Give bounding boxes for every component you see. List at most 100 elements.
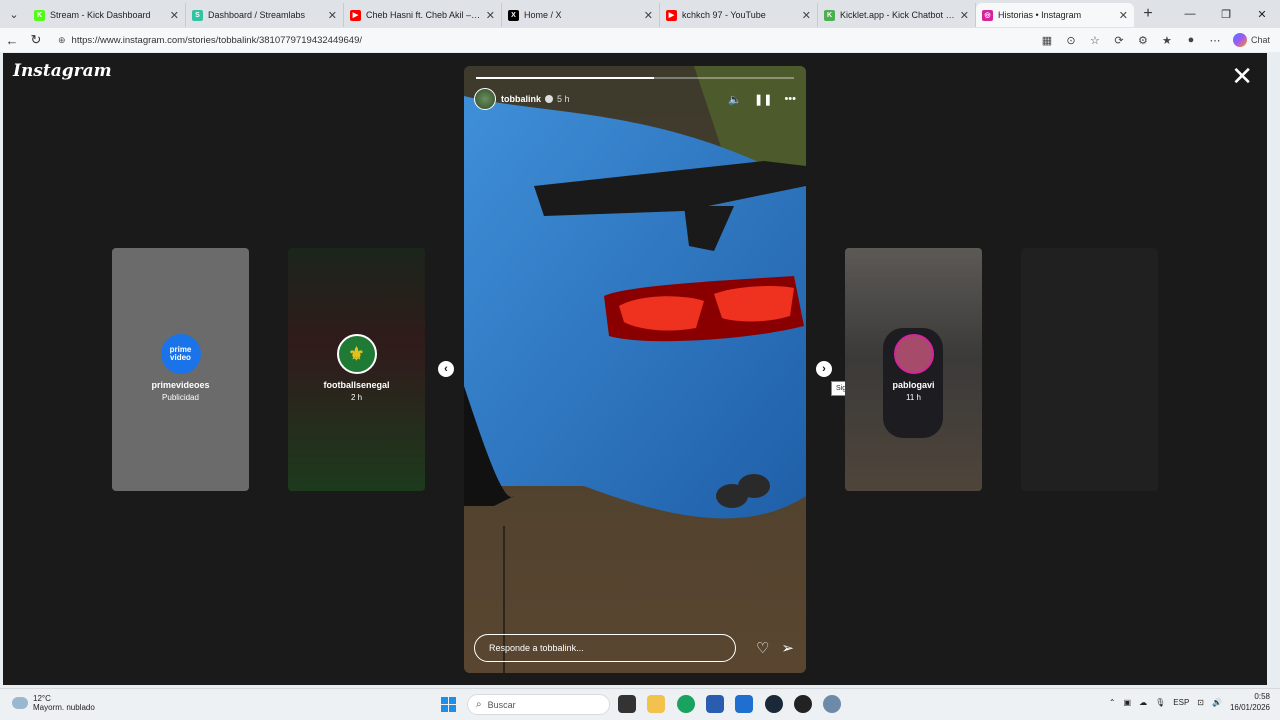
minimize-button[interactable]: — bbox=[1172, 0, 1208, 28]
url-text: https://www.instagram.com/stories/tobbal… bbox=[71, 34, 363, 46]
clock[interactable]: 0:58 16/01/2026 bbox=[1230, 691, 1270, 713]
copilot-chat-button[interactable]: Chat bbox=[1229, 30, 1274, 50]
active-story[interactable]: tobbalink 5 h 🔈 ❚❚ ••• Responde a tobbal… bbox=[464, 66, 806, 673]
clock-time: 0:58 bbox=[1254, 692, 1270, 701]
steam-icon[interactable] bbox=[765, 695, 783, 713]
settings-gear-icon[interactable] bbox=[823, 695, 841, 713]
start-button[interactable] bbox=[441, 697, 456, 712]
story-progress-bar bbox=[476, 77, 794, 79]
avatar: prime video bbox=[160, 334, 201, 374]
story-preview-primevideoes[interactable]: prime video primevideoes Publicidad bbox=[112, 248, 249, 491]
window-controls: — ❐ ✕ bbox=[1172, 0, 1280, 28]
story-time: 5 h bbox=[557, 94, 570, 104]
browser-tab[interactable]: S Dashboard / Streamlabs ✕ bbox=[186, 3, 344, 27]
tab-close-icon[interactable]: ✕ bbox=[328, 9, 337, 22]
browser-tab[interactable]: ◎ Historias • Instagram ✕ bbox=[976, 3, 1134, 27]
pause-icon[interactable]: ❚❚ bbox=[754, 93, 772, 106]
tab-title: Cheb Hasni ft. Cheb Akil – Sentimo bbox=[366, 10, 482, 20]
mute-icon[interactable]: 🔈 bbox=[728, 93, 742, 106]
restore-button[interactable]: ❐ bbox=[1208, 0, 1244, 28]
tab-title: Dashboard / Streamlabs bbox=[208, 10, 306, 20]
instagram-logo[interactable]: Instagram bbox=[13, 61, 112, 81]
favorite-star-icon[interactable]: ☆ bbox=[1085, 30, 1105, 50]
browser-tab[interactable]: X Home / X ✕ bbox=[502, 3, 660, 27]
tab-title: Home / X bbox=[524, 10, 562, 20]
story-preview-pablogavi[interactable]: pablogavi 11 h bbox=[845, 248, 982, 491]
tab-close-icon[interactable]: ✕ bbox=[960, 9, 969, 22]
tab-close-icon[interactable]: ✕ bbox=[1119, 9, 1128, 22]
story-preview-footballsenegal[interactable]: ⚜ footballsenegal 2 h bbox=[288, 248, 425, 491]
preview-subtitle: 11 h bbox=[906, 393, 921, 402]
language-indicator[interactable]: ESP bbox=[1173, 698, 1189, 707]
more-menu-icon[interactable]: ⋯ bbox=[1205, 30, 1225, 50]
refresh-button[interactable]: ↻ bbox=[24, 28, 48, 52]
browser-tab[interactable]: K Kicklet.app - Kick Chatbot and Ov ✕ bbox=[818, 3, 976, 27]
taskbar: 12°C Mayorm. nublado ⌕ Buscar ⌃ ▣ ☁ 🎙 ES… bbox=[0, 688, 1280, 720]
tab-title: Kicklet.app - Kick Chatbot and Ov bbox=[840, 10, 956, 20]
story-preview-placeholder bbox=[1021, 248, 1158, 491]
cloud-icon bbox=[12, 697, 28, 709]
volume-icon[interactable]: 🔊 bbox=[1212, 698, 1222, 707]
microphone-icon[interactable]: 🎙 bbox=[1155, 698, 1165, 707]
file-explorer-icon[interactable] bbox=[647, 695, 665, 713]
apps-icon[interactable]: ▦ bbox=[1037, 30, 1057, 50]
search-icon: ⌕ bbox=[476, 699, 482, 710]
reply-input[interactable]: Responde a tobbalink... bbox=[474, 634, 736, 662]
browser-tab[interactable]: ▶ Cheb Hasni ft. Cheb Akil – Sentimo ✕ bbox=[344, 3, 502, 27]
story-username[interactable]: tobbalink bbox=[501, 94, 541, 104]
verified-badge-icon bbox=[545, 95, 553, 103]
tab-favicon-icon: ▶ bbox=[350, 9, 361, 21]
clock-date: 16/01/2026 bbox=[1229, 703, 1270, 712]
like-heart-icon[interactable]: ♡ bbox=[756, 639, 769, 657]
refresh-page-icon[interactable]: ⟳ bbox=[1109, 30, 1129, 50]
profile-avatar[interactable]: ● bbox=[1181, 30, 1201, 50]
task-view-icon[interactable] bbox=[618, 695, 636, 713]
taskbar-search[interactable]: ⌕ Buscar bbox=[467, 694, 610, 715]
story-viewer: Instagram ✕ prime video primevideoes Pub… bbox=[3, 53, 1267, 685]
back-button[interactable]: ← bbox=[0, 28, 24, 52]
mail-icon[interactable] bbox=[735, 695, 753, 713]
story-progress-fill bbox=[476, 77, 655, 79]
copilot-icon bbox=[1232, 33, 1247, 47]
edge-browser-icon[interactable] bbox=[677, 695, 695, 713]
network-icon[interactable]: ⊡ bbox=[1197, 698, 1204, 707]
tab-close-icon[interactable]: ✕ bbox=[486, 9, 495, 22]
browser-tab[interactable]: ▶ kchkch 97 - YouTube ✕ bbox=[660, 3, 818, 27]
tray-chevron-icon[interactable]: ⌃ bbox=[1109, 698, 1116, 707]
browser-tab[interactable]: K Stream - Kick Dashboard ✕ bbox=[28, 3, 186, 27]
obs-icon[interactable] bbox=[794, 695, 812, 713]
preview-username: pablogavi bbox=[892, 380, 935, 390]
tab-favicon-icon: S bbox=[192, 9, 203, 21]
tab-favicon-icon: K bbox=[34, 9, 45, 21]
site-info-icon[interactable]: ⊕ bbox=[58, 35, 66, 46]
next-story-button[interactable]: › bbox=[816, 361, 832, 377]
tab-title: kchkch 97 - YouTube bbox=[682, 10, 766, 20]
tab-favicon-icon: ◎ bbox=[982, 9, 993, 21]
previous-story-button[interactable]: ‹ bbox=[438, 361, 454, 377]
tab-strip: ⌄ K Stream - Kick Dashboard ✕ S Dashboard / … bbox=[0, 0, 1280, 28]
share-send-icon[interactable]: ➢ bbox=[781, 639, 794, 657]
onedrive-icon[interactable]: ☁ bbox=[1139, 698, 1147, 707]
tray-app-icon[interactable]: ▣ bbox=[1124, 698, 1132, 707]
tab-actions-menu-button[interactable]: ⌄ bbox=[0, 0, 28, 28]
tab-close-icon[interactable]: ✕ bbox=[802, 9, 811, 22]
system-tray: ⌃ ▣ ☁ 🎙 ESP ⊡ 🔊 0:58 16/01/2026 bbox=[1109, 691, 1270, 713]
address-bar[interactable]: ⊕ https://www.instagram.com/stories/tobb… bbox=[50, 30, 1050, 50]
new-tab-button[interactable]: + bbox=[1134, 0, 1162, 28]
close-stories-button[interactable]: ✕ bbox=[1231, 63, 1253, 89]
favorites-icon[interactable]: ★ bbox=[1157, 30, 1177, 50]
more-options-icon[interactable]: ••• bbox=[784, 93, 796, 105]
preview-subtitle: 2 h bbox=[350, 393, 363, 402]
tab-close-icon[interactable]: ✕ bbox=[644, 9, 653, 22]
preview-username: footballsenegal bbox=[323, 380, 390, 390]
close-window-button[interactable]: ✕ bbox=[1244, 0, 1280, 28]
weather-temp: 12°C bbox=[33, 694, 51, 703]
weather-widget[interactable]: 12°C Mayorm. nublado bbox=[12, 694, 95, 712]
extensions-icon[interactable]: ⚙ bbox=[1133, 30, 1153, 50]
browser-toolbar: ← ↻ ⊕ https://www.instagram.com/stories/… bbox=[0, 28, 1280, 52]
avatar[interactable] bbox=[474, 88, 496, 110]
avatar: ⚜ bbox=[336, 334, 377, 374]
store-icon[interactable] bbox=[706, 695, 724, 713]
tab-close-icon[interactable]: ✕ bbox=[170, 9, 179, 22]
zoom-icon[interactable]: ⊙ bbox=[1061, 30, 1081, 50]
